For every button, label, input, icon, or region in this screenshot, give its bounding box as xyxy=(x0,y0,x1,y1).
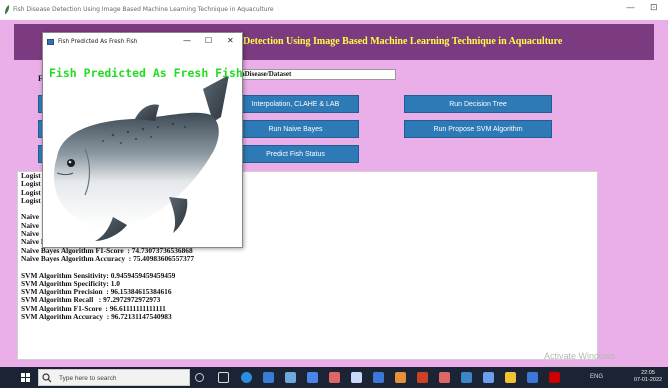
search-icon xyxy=(42,373,52,383)
popup-minimize-button[interactable]: — xyxy=(183,36,191,45)
edge-browser-icon[interactable] xyxy=(241,372,252,383)
microphone-icon[interactable] xyxy=(195,373,204,382)
clock-time: 22:05 xyxy=(641,370,655,376)
run-naive-bayes-button[interactable]: Run Naive Bayes xyxy=(232,120,359,138)
taskbar-clock[interactable]: 22:05 07-01-2022 xyxy=(630,370,666,384)
output-line: SVM Algorithm Accuracy : 96.721311475409… xyxy=(21,312,172,322)
windows-start-icon[interactable] xyxy=(21,373,30,382)
run-decision-tree-button[interactable]: Run Decision Tree xyxy=(404,95,552,113)
taskbar: Type here to search ENG 22:05 07-01-2022 xyxy=(0,367,668,388)
popup-title: Fish Predicted As Fresh Fish xyxy=(58,39,138,45)
app-icon-1[interactable] xyxy=(285,372,296,383)
feather-icon xyxy=(4,5,10,15)
app-icon-12[interactable] xyxy=(527,372,538,383)
app-icon-11[interactable] xyxy=(505,372,516,383)
window-title: Fish Disease Detection Using Image Based… xyxy=(13,6,274,13)
app-icon-9[interactable] xyxy=(461,372,472,383)
app-icon-4[interactable] xyxy=(351,372,362,383)
activate-windows-watermark: Activate Windows xyxy=(544,351,616,361)
close-button[interactable]: ⊡ xyxy=(650,3,658,13)
app-icon-2[interactable] xyxy=(307,372,318,383)
output-line: Naive Bayes Algorithm Accuracy : 75.4098… xyxy=(21,253,195,263)
dataset-path-field[interactable]: shDisease/Dataset xyxy=(236,69,396,80)
app-icon-13[interactable] xyxy=(549,372,560,383)
app-icon-7[interactable] xyxy=(417,372,428,383)
popup-maximize-button[interactable]: ☐ xyxy=(205,36,212,45)
app-icon-5[interactable] xyxy=(373,372,384,383)
run-propose-svm-button[interactable]: Run Propose SVM Algorithm xyxy=(404,120,552,138)
banner-title: Detection Using Image Based Machine Lear… xyxy=(243,36,563,47)
system-tray[interactable]: ENG xyxy=(590,374,603,380)
app-icon-10[interactable] xyxy=(483,372,494,383)
task-view-icon[interactable] xyxy=(218,372,229,383)
minimize-button[interactable]: — xyxy=(626,3,635,13)
taskbar-search-box[interactable]: Type here to search xyxy=(38,369,190,386)
prediction-popup: Fish Predicted As Fresh Fish — ☐ ✕ Fish … xyxy=(42,32,243,248)
fish-image xyxy=(54,77,229,241)
popup-titlebar: Fish Predicted As Fresh Fish — ☐ ✕ xyxy=(43,33,242,51)
popup-close-button[interactable]: ✕ xyxy=(227,36,234,45)
app-icon-6[interactable] xyxy=(395,372,406,383)
interpolation-clahe-lab-button[interactable]: Interpolation, CLAHE & LAB xyxy=(232,95,359,113)
predict-fish-status-button[interactable]: Predict Fish Status xyxy=(232,145,359,163)
app-icon-8[interactable] xyxy=(439,372,450,383)
store-icon[interactable] xyxy=(263,372,274,383)
app-icon xyxy=(47,39,54,45)
window-titlebar: Fish Disease Detection Using Image Based… xyxy=(0,0,668,20)
search-placeholder: Type here to search xyxy=(59,375,117,382)
clock-date: 07-01-2022 xyxy=(633,377,663,383)
app-icon-3[interactable] xyxy=(329,372,340,383)
